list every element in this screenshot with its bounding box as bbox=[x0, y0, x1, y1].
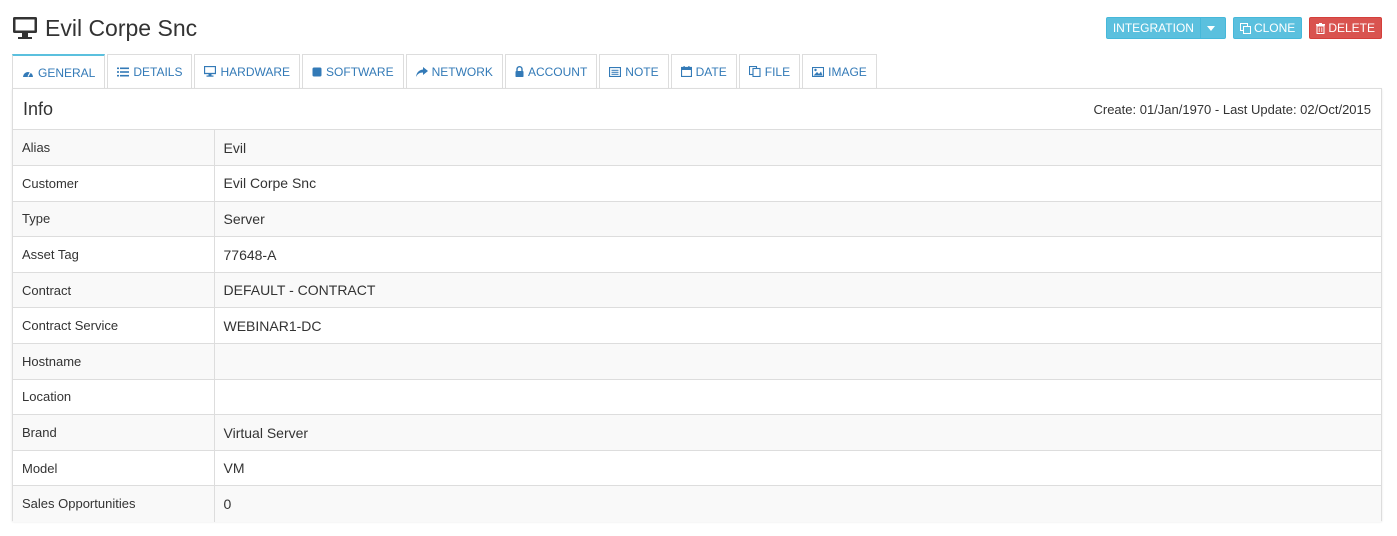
table-row: Contract Service WEBINAR1-DC bbox=[13, 307, 1381, 344]
delete-button-label: DELETE bbox=[1328, 21, 1375, 35]
calendar-icon bbox=[680, 66, 692, 77]
clone-button-label: CLONE bbox=[1253, 21, 1296, 35]
row-value: Server bbox=[214, 200, 1381, 237]
tab-network[interactable]: NETWORK bbox=[405, 54, 503, 88]
table-row: Hostname bbox=[13, 343, 1381, 380]
table-row: Alias Evil bbox=[13, 130, 1381, 166]
dashboard-icon bbox=[23, 71, 33, 77]
tab-label: SOFTWARE bbox=[326, 64, 394, 79]
tab-software[interactable]: SOFTWARE bbox=[302, 54, 404, 88]
share-icon bbox=[415, 66, 428, 77]
row-value: 77648-A bbox=[214, 236, 1381, 273]
integration-button-label[interactable]: INTEGRATION bbox=[1107, 17, 1201, 39]
row-label: Alias bbox=[13, 130, 215, 166]
clone-button[interactable]: CLONE bbox=[1232, 17, 1303, 39]
row-value: Evil Corpe Snc bbox=[214, 165, 1381, 202]
integration-button[interactable]: INTEGRATION bbox=[1105, 17, 1226, 39]
tab-label: IMAGE bbox=[828, 64, 867, 79]
row-label: Hostname bbox=[13, 343, 215, 380]
row-value: Evil bbox=[214, 130, 1381, 166]
row-label: Model bbox=[13, 449, 215, 486]
tab-label: FILE bbox=[764, 64, 791, 79]
monitor-icon bbox=[204, 66, 217, 77]
list-icon bbox=[117, 67, 130, 76]
chevron-down-icon[interactable] bbox=[1201, 25, 1225, 31]
monitor-icon bbox=[13, 17, 37, 39]
row-value: DEFAULT - CONTRACT bbox=[214, 271, 1381, 308]
tab-date[interactable]: DATE bbox=[670, 54, 737, 88]
tab-label: NOTE bbox=[625, 64, 659, 79]
row-label: Customer bbox=[13, 165, 215, 202]
tab-bar: GENERAL DETAILS HARDWARE SOFTWARE NETWOR… bbox=[12, 54, 1382, 89]
image-icon bbox=[812, 66, 825, 77]
tab-image[interactable]: IMAGE bbox=[802, 54, 877, 88]
tab-account[interactable]: ACCOUNT bbox=[504, 54, 598, 88]
trash-icon bbox=[1316, 22, 1326, 34]
row-label: Type bbox=[13, 200, 215, 237]
delete-button[interactable]: DELETE bbox=[1309, 17, 1382, 39]
row-label: Contract bbox=[13, 271, 215, 308]
square-icon bbox=[312, 67, 322, 76]
table-row: Customer Evil Corpe Snc bbox=[13, 165, 1381, 202]
info-table: Alias Evil Customer Evil Corpe Snc Type … bbox=[13, 130, 1381, 522]
row-label: Brand bbox=[13, 414, 215, 451]
tab-label: HARDWARE bbox=[220, 64, 291, 79]
tab-details[interactable]: DETAILS bbox=[107, 54, 193, 88]
table-row: Brand Virtual Server bbox=[13, 414, 1381, 451]
tab-label: DATE bbox=[695, 64, 727, 79]
row-value: Virtual Server bbox=[214, 414, 1381, 451]
table-row: Model VM bbox=[13, 449, 1381, 486]
row-value bbox=[214, 378, 1381, 415]
tab-label: NETWORK bbox=[431, 64, 493, 79]
row-value bbox=[214, 343, 1381, 380]
panel-header: Info Create: 01/Jan/1970 - Last Update: … bbox=[13, 89, 1381, 130]
info-panel: Info Create: 01/Jan/1970 - Last Update: … bbox=[12, 88, 1382, 522]
page-title: Evil Corpe Snc bbox=[45, 14, 198, 41]
note-icon bbox=[609, 66, 622, 77]
row-label: Asset Tag bbox=[13, 236, 215, 273]
row-value: VM bbox=[214, 449, 1381, 486]
table-row: Asset Tag 77648-A bbox=[13, 236, 1381, 273]
table-row: Sales Opportunities 0 bbox=[13, 485, 1381, 522]
row-label: Sales Opportunities bbox=[13, 485, 215, 522]
action-buttons: INTEGRATION CLONE DELETE bbox=[1105, 17, 1382, 39]
tab-label: DETAILS bbox=[133, 64, 183, 79]
lock-icon bbox=[515, 66, 524, 77]
table-row: Contract DEFAULT - CONTRACT bbox=[13, 271, 1381, 308]
tab-hardware[interactable]: HARDWARE bbox=[194, 54, 301, 88]
table-row: Location bbox=[13, 378, 1381, 415]
tab-file[interactable]: FILE bbox=[738, 54, 801, 88]
files-icon bbox=[748, 66, 761, 77]
page-header: Evil Corpe Snc bbox=[12, 12, 197, 44]
row-label: Location bbox=[13, 378, 215, 415]
panel-dates: Create: 01/Jan/1970 - Last Update: 02/Oc… bbox=[1093, 101, 1371, 117]
copy-icon bbox=[1239, 22, 1251, 34]
row-label: Contract Service bbox=[13, 307, 215, 344]
tab-note[interactable]: NOTE bbox=[599, 54, 669, 88]
row-value: WEBINAR1-DC bbox=[214, 307, 1381, 344]
table-row: Type Server bbox=[13, 200, 1381, 237]
row-value: 0 bbox=[214, 485, 1381, 522]
tab-label: ACCOUNT bbox=[527, 64, 588, 79]
tab-label: GENERAL bbox=[38, 65, 96, 80]
panel-title: Info bbox=[23, 98, 54, 119]
tab-general[interactable]: GENERAL bbox=[12, 54, 106, 89]
